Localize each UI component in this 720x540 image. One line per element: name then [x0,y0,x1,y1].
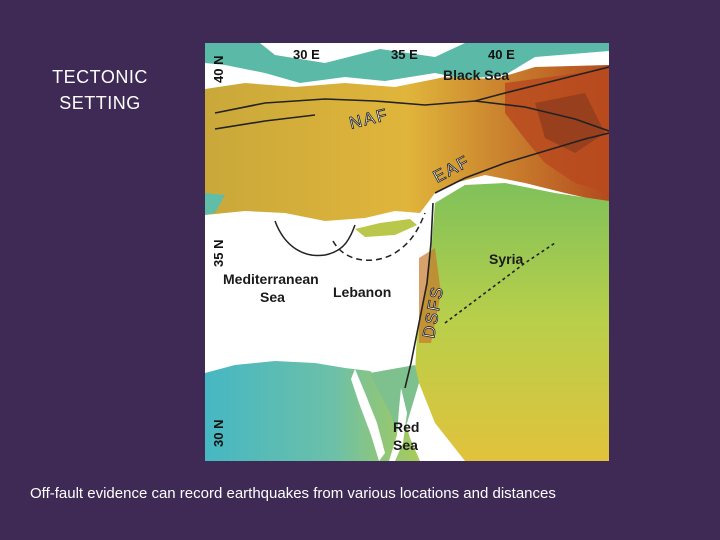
mediterranean-label-line2: Sea [260,289,285,305]
latitude-label-30n: 30 N [211,420,226,447]
tectonic-map: 30 E 35 E 40 E 40 N 35 N 30 N Black Sea … [205,43,609,461]
red-sea-label-line2: Sea [393,437,418,453]
lebanon-label: Lebanon [333,284,391,300]
mediterranean-label-line1: Mediterranean [223,271,319,287]
levant-landmass [415,183,609,461]
red-sea-label-line1: Red [393,419,419,435]
longitude-label-35e: 35 E [391,47,418,62]
slide-caption: Off-fault evidence can record earthquake… [30,485,556,502]
black-sea-label: Black Sea [443,67,509,83]
syria-label: Syria [489,251,523,267]
latitude-label-40n: 40 N [211,56,226,83]
slide-title: TECTONIC SETTING [52,67,148,113]
map-canvas: 30 E 35 E 40 E 40 N 35 N 30 N Black Sea … [205,43,609,461]
longitude-label-40e: 40 E [488,47,515,62]
longitude-label-30e: 30 E [293,47,320,62]
latitude-label-35n: 35 N [211,240,226,267]
